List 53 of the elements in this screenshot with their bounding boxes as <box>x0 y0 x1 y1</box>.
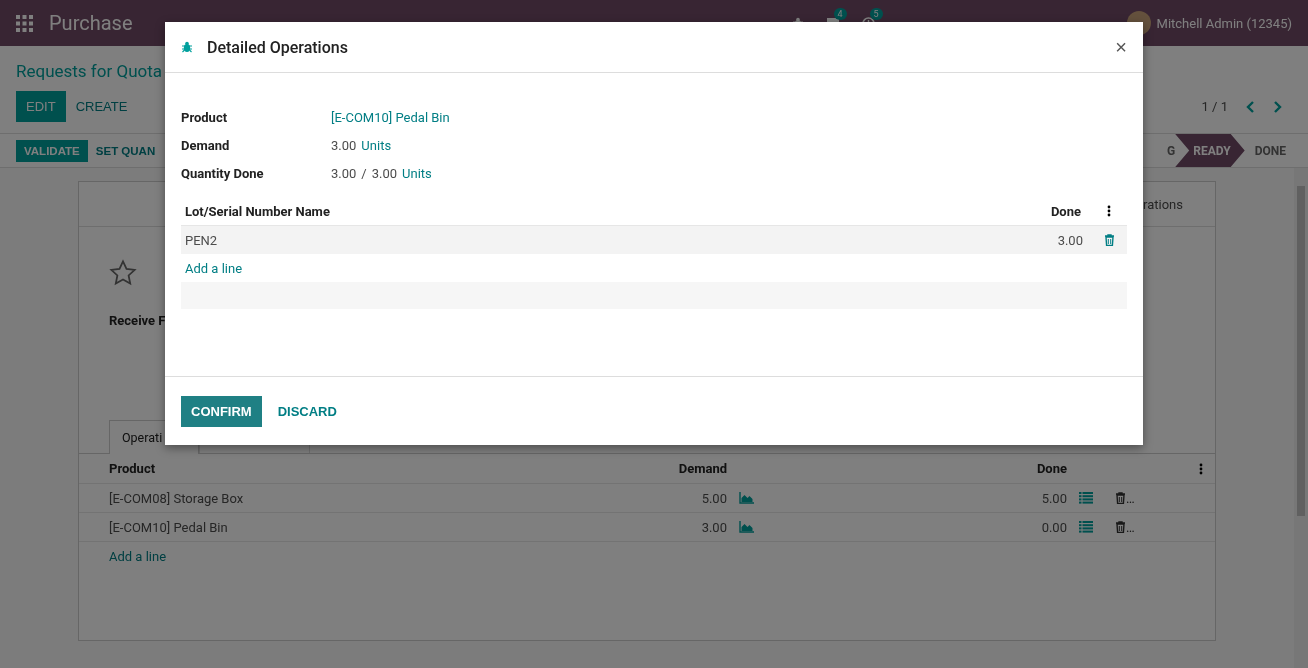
table-cell: [E-COM10] Pedal Bin <box>79 513 649 542</box>
add-line-link[interactable]: Add a line <box>185 260 243 276</box>
apps-menu-icon[interactable] <box>16 14 33 32</box>
field-value: 3.00 <box>371 165 398 181</box>
set-quantities-button[interactable]: SET QUAN <box>87 139 164 162</box>
breadcrumb[interactable]: Requests for Quota <box>16 60 163 81</box>
table-cell: [E-COM08] Storage Box <box>79 484 649 513</box>
area-chart-icon[interactable] <box>739 492 754 504</box>
star-icon[interactable] <box>109 259 137 287</box>
field-value: 3.00 <box>331 137 357 153</box>
field-label: Quantity Done <box>181 165 265 181</box>
unit-text: Units <box>402 165 432 181</box>
close-button[interactable]: × <box>1115 35 1127 59</box>
app-title[interactable]: Purchase <box>49 11 133 35</box>
truncated-text: … <box>1126 519 1135 535</box>
add-line-link[interactable]: Add a line <box>109 548 167 564</box>
dialog-title: Detailed Operations <box>207 37 349 57</box>
product-link[interactable]: [E-COM10] Pedal Bin <box>331 109 450 125</box>
column-header[interactable]: Done <box>1019 454 1079 484</box>
separator-text: / <box>361 165 367 181</box>
bug-icon <box>181 41 193 53</box>
column-header[interactable]: Demand <box>649 454 739 484</box>
table-cell: 3.00 <box>649 513 739 542</box>
delete-icon[interactable] <box>1115 521 1126 533</box>
column-header[interactable]: Done <box>761 197 1091 225</box>
list-icon[interactable] <box>1079 492 1093 504</box>
chevron-right-icon[interactable] <box>1273 100 1282 113</box>
truncated-text: … <box>1126 490 1135 506</box>
list-icon[interactable] <box>1079 521 1093 533</box>
status-stage[interactable]: READY <box>1175 134 1245 167</box>
user-menu[interactable]: Mitchell Admin (12345) <box>1156 15 1292 31</box>
field-label: Product <box>181 109 229 125</box>
scrollbar[interactable] <box>1294 168 1308 668</box>
field-label: Demand <box>181 137 231 153</box>
create-button[interactable]: CREATE <box>65 91 138 122</box>
table-cell: 3.00 <box>761 225 1091 254</box>
discard-button[interactable]: DISCARD <box>267 395 347 427</box>
pager-value: 1 / 1 <box>1201 99 1228 114</box>
column-header[interactable]: Product <box>79 454 649 484</box>
trash-icon[interactable] <box>1103 234 1115 246</box>
confirm-button[interactable]: CONFIRM <box>181 395 262 427</box>
notification-badge: 5 <box>869 7 883 20</box>
delete-icon[interactable] <box>1115 492 1126 504</box>
column-header[interactable]: Lot/Serial Number Name <box>181 197 761 225</box>
notification-badge: 4 <box>833 8 847 20</box>
field-label: Receive F <box>109 313 166 328</box>
table-cell: PEN2 <box>181 225 761 254</box>
table-cell: 5.00 <box>649 484 739 513</box>
area-chart-icon[interactable] <box>739 521 754 533</box>
field-value: 3.00 <box>331 165 357 181</box>
unit-text: Units <box>361 137 392 153</box>
chevron-left-icon[interactable] <box>1246 100 1255 113</box>
column-options-icon[interactable] <box>1107 205 1111 217</box>
